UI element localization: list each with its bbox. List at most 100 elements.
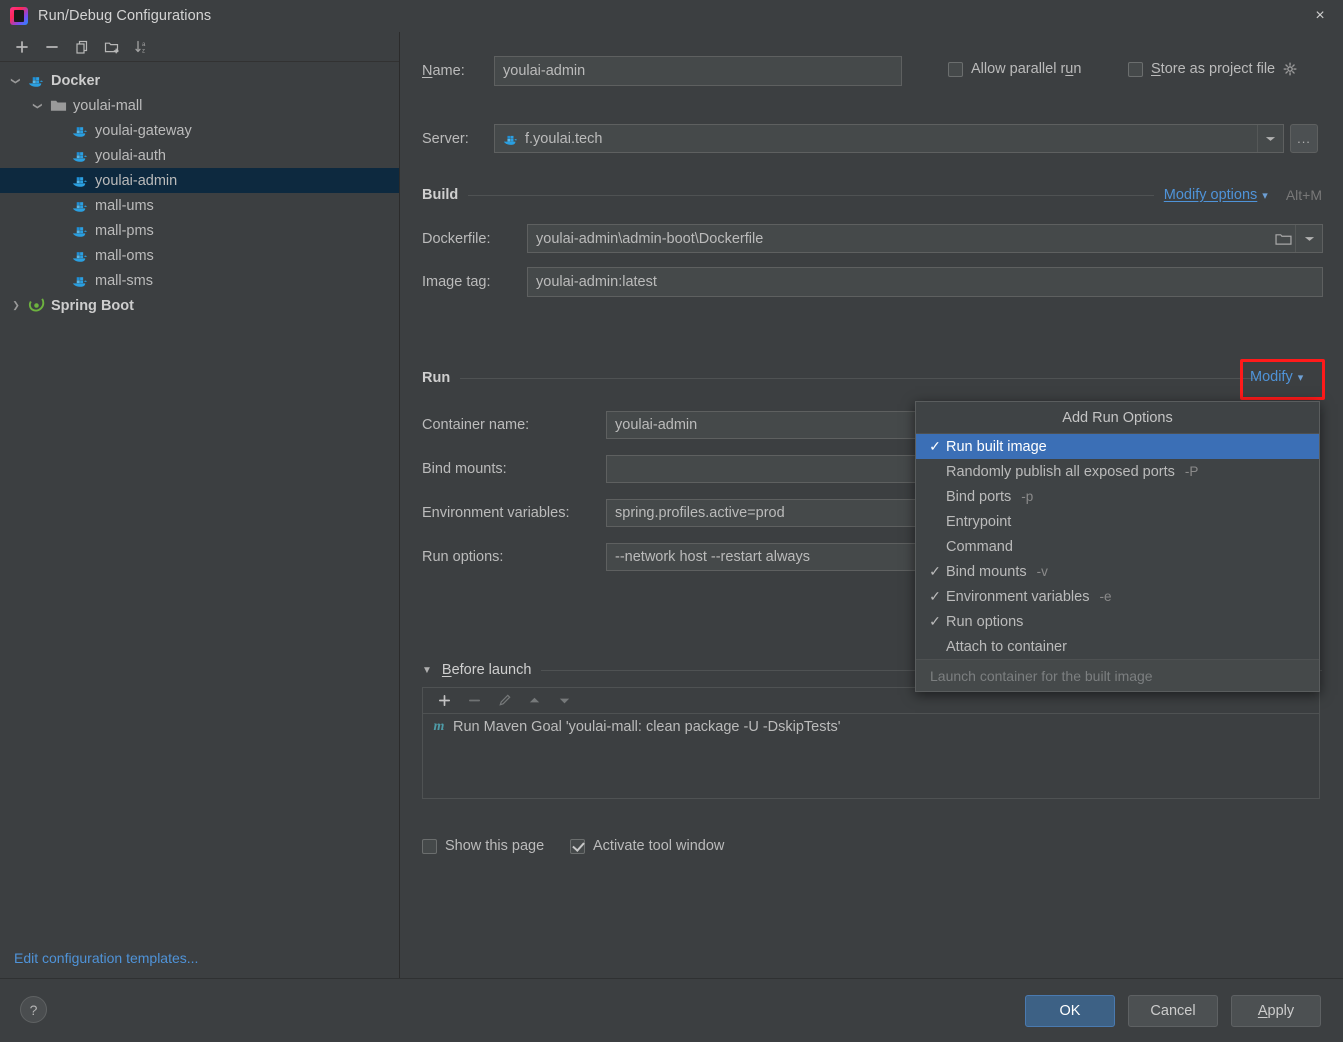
before-launch-task-row[interactable]: m Run Maven Goal 'youlai-mall: clean pack…	[423, 714, 1319, 740]
tree-item-label: mall-oms	[95, 247, 154, 264]
dockerfile-history-chevron-icon[interactable]	[1295, 225, 1322, 252]
allow-parallel-run-checkbox-row[interactable]: Allow parallel run	[948, 61, 1081, 77]
tree-item-mall-sms[interactable]: ❯mall-sms	[0, 268, 399, 293]
build-separator	[468, 194, 1154, 196]
close-icon[interactable]: ×	[1297, 0, 1343, 32]
menu-item-flag: -v	[1036, 564, 1048, 579]
menu-item-label: Entrypoint	[946, 513, 1012, 530]
remove-configuration-button[interactable]	[38, 34, 66, 60]
intellij-idea-icon	[10, 7, 28, 25]
dockerfile-field-row: Dockerfile: youlai-admin\admin-boot\Dock…	[422, 224, 1323, 253]
tree-item-youlai-auth[interactable]: ❯youlai-auth	[0, 143, 399, 168]
menu-item-flag: -P	[1184, 464, 1199, 479]
modify-options-shortcut: Alt+M	[1285, 187, 1322, 203]
name-input[interactable]: youlai-admin	[494, 56, 902, 86]
server-value: f.youlai.tech	[525, 130, 603, 147]
dockerfile-label: Dockerfile:	[422, 230, 491, 247]
show-this-page-checkbox-row[interactable]: Show this page	[422, 838, 544, 854]
menu-item-entrypoint[interactable]: Entrypoint	[916, 509, 1319, 534]
svg-text:z: z	[142, 48, 145, 54]
docker-icon	[28, 72, 45, 89]
activate-tool-window-checkbox[interactable]	[570, 838, 585, 854]
menu-item-label: Attach to container	[946, 638, 1067, 655]
menu-item-attach-to-container[interactable]: Attach to container	[916, 634, 1319, 659]
check-icon: ✓	[929, 438, 941, 454]
tree-item-youlai-admin[interactable]: ❯youlai-admin	[0, 168, 399, 193]
spring-icon	[28, 297, 45, 314]
menu-item-label: Bind mounts	[946, 563, 1027, 580]
store-as-project-file-checkbox-row[interactable]: Store as project file	[1128, 61, 1298, 77]
browse-folder-icon[interactable]	[1275, 225, 1292, 252]
chevron-down-icon[interactable]: ❯	[30, 98, 46, 114]
before-launch-twisty-icon[interactable]: ▼	[422, 665, 432, 676]
chevron-down-icon[interactable]: ❯	[8, 73, 24, 89]
menu-item-bind-mounts[interactable]: ✓ Bind mounts -v	[916, 559, 1319, 584]
sidebar-toolbar: a z	[0, 32, 399, 62]
maven-icon: m	[433, 719, 445, 734]
environment-variables-label: Environment variables:	[422, 505, 570, 521]
tree-item-label: youlai-admin	[95, 172, 178, 189]
docker-icon	[72, 272, 89, 289]
cancel-button[interactable]: Cancel	[1128, 995, 1218, 1027]
tree-item-youlai-mall[interactable]: ❯ youlai-mall	[0, 93, 399, 118]
activate-tool-window-label: Activate tool window	[593, 838, 725, 854]
tree-item-mall-pms[interactable]: ❯mall-pms	[0, 218, 399, 243]
dockerfile-value: youlai-admin\admin-boot\Dockerfile	[536, 230, 764, 247]
tree-item-spring-boot[interactable]: ❯ Spring Boot	[0, 293, 399, 318]
remove-task-button[interactable]	[463, 691, 485, 711]
build-section-header: Build Modify options ▾ Alt+M	[422, 187, 1322, 203]
run-options-label: Run options:	[422, 549, 504, 565]
check-icon: ✓	[929, 563, 941, 579]
tree-item-youlai-gateway[interactable]: ❯youlai-gateway	[0, 118, 399, 143]
help-button[interactable]: ?	[20, 996, 47, 1023]
ok-button[interactable]: OK	[1025, 995, 1115, 1027]
chevron-down-icon[interactable]	[1257, 125, 1283, 152]
dialog-footer: ? OK Cancel Apply	[0, 978, 1343, 1042]
menu-item-label: Bind ports	[946, 488, 1012, 505]
edit-task-button[interactable]	[493, 691, 515, 711]
apply-button[interactable]: Apply	[1231, 995, 1321, 1027]
server-combobox[interactable]: f.youlai.tech	[494, 124, 1284, 153]
before-launch-panel: m Run Maven Goal 'youlai-mall: clean pack…	[422, 687, 1320, 799]
check-icon: ✓	[929, 588, 941, 604]
menu-item-environment-variables[interactable]: ✓ Environment variables -e	[916, 584, 1319, 609]
tree-item-docker[interactable]: ❯ Docker	[0, 68, 399, 93]
menu-item-label: Command	[946, 538, 1013, 555]
server-browse-button[interactable]: ...	[1290, 124, 1318, 153]
popup-menu-list: ✓ Run built image Randomly publish all exp…	[916, 434, 1319, 659]
menu-item-run-built-image[interactable]: ✓ Run built image	[916, 434, 1319, 459]
add-task-button[interactable]	[433, 691, 455, 711]
tree-item-label: mall-pms	[95, 222, 154, 239]
allow-parallel-run-checkbox[interactable]	[948, 61, 963, 77]
move-up-button[interactable]	[523, 691, 545, 711]
menu-item-run-options[interactable]: ✓ Run options	[916, 609, 1319, 634]
sort-alphabetically-button[interactable]: a z	[128, 34, 156, 60]
modify-options-link[interactable]: Modify options ▾	[1164, 187, 1268, 203]
store-as-project-file-checkbox[interactable]	[1128, 61, 1143, 77]
add-configuration-button[interactable]	[8, 34, 36, 60]
image-tag-label: Image tag:	[422, 274, 491, 290]
menu-item-bind-ports[interactable]: Bind ports -p	[916, 484, 1319, 509]
tree-item-mall-oms[interactable]: ❯mall-oms	[0, 243, 399, 268]
server-field-row: Server: f.youlai.tech ...	[422, 124, 1318, 153]
tree-item-mall-ums[interactable]: ❯mall-ums	[0, 193, 399, 218]
move-down-button[interactable]	[553, 691, 575, 711]
before-launch-task-list[interactable]: m Run Maven Goal 'youlai-mall: clean pack…	[422, 713, 1320, 799]
dockerfile-input[interactable]: youlai-admin\admin-boot\Dockerfile	[527, 224, 1323, 253]
activate-tool-window-checkbox-row[interactable]: Activate tool window	[570, 838, 724, 854]
gear-icon[interactable]	[1283, 62, 1298, 77]
name-label: Name:	[422, 63, 465, 79]
menu-item-randomly-publish-all-exposed-ports[interactable]: Randomly publish all exposed ports -P	[916, 459, 1319, 484]
new-folder-button[interactable]	[98, 34, 126, 60]
edit-configuration-templates-link[interactable]: Edit configuration templates...	[14, 950, 198, 966]
menu-item-command[interactable]: Command	[916, 534, 1319, 559]
show-this-page-checkbox[interactable]	[422, 838, 437, 854]
tree-item-label: youlai-mall	[73, 97, 143, 114]
window-title: Run/Debug Configurations	[38, 8, 212, 24]
run-modify-link[interactable]: Modify ▾	[1250, 369, 1303, 385]
dialog-action-buttons: OK Cancel Apply	[1025, 995, 1321, 1027]
server-label: Server:	[422, 130, 469, 147]
image-tag-input[interactable]: youlai-admin:latest	[527, 267, 1323, 297]
copy-configuration-button[interactable]	[68, 34, 96, 60]
chevron-right-icon[interactable]: ❯	[8, 298, 24, 314]
